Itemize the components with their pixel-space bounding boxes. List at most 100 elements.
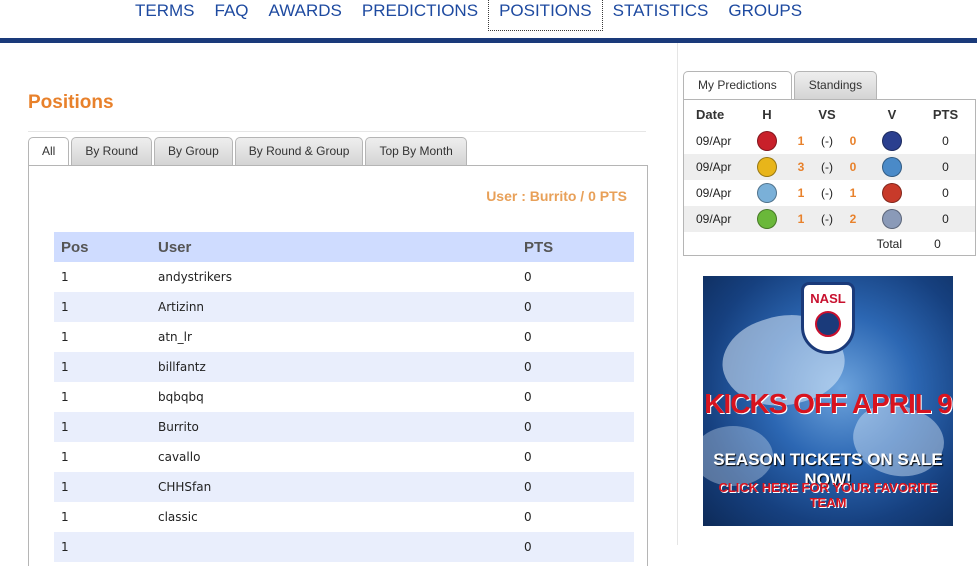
row-user[interactable]: billfantz	[158, 360, 524, 374]
row-user[interactable]: classic	[158, 510, 524, 524]
header-pts: PTS	[524, 238, 554, 256]
ad-call-to-action: CLICK HERE FOR YOUR FAVORITE TEAM	[718, 480, 938, 510]
prediction-row: 09/Apr 1 (-) 0 0	[684, 128, 975, 154]
tab-by-round-and-group[interactable]: By Round & Group	[234, 137, 364, 165]
visitor-score[interactable]: 2	[840, 212, 866, 226]
soccer-ball-icon	[815, 311, 841, 337]
total-label: Total	[876, 237, 902, 251]
nav-predictions[interactable]: PREDICTIONS	[352, 0, 488, 30]
visitor-team-crest	[866, 157, 918, 177]
team-crest-icon	[882, 157, 902, 177]
header-visitor: V	[887, 106, 897, 122]
tab-my-predictions[interactable]: My Predictions	[683, 71, 792, 100]
home-score[interactable]: 3	[788, 160, 814, 174]
visitor-score[interactable]: 0	[840, 134, 866, 148]
nasl-logo-text: NASL	[810, 291, 846, 306]
row-pos: 1	[61, 450, 69, 464]
team-crest-icon	[882, 131, 902, 151]
positions-table: Pos User PTS 1 andystrikers 0 1 Artizinn…	[54, 232, 634, 562]
predictions-header: Date H VS V PTS	[684, 100, 975, 128]
team-crest-icon	[882, 183, 902, 203]
tab-standings[interactable]: Standings	[793, 71, 878, 99]
predictions-tabs: My Predictions Standings	[683, 71, 879, 100]
title-divider	[28, 131, 646, 132]
row-pts: 0	[524, 270, 532, 284]
nav-groups[interactable]: GROUPS	[718, 0, 812, 30]
row-pts: 0	[524, 300, 532, 314]
row-pos: 1	[61, 330, 69, 344]
nav-links: TERMS FAQ AWARDS PREDICTIONS POSITIONS S…	[125, 0, 812, 32]
ad-headline: KICKS OFF APRIL 9	[704, 388, 952, 419]
table-row: 1 classic 0	[54, 502, 634, 532]
visitor-team-crest	[866, 131, 918, 151]
top-navigation: TERMS FAQ AWARDS PREDICTIONS POSITIONS S…	[0, 0, 977, 43]
visitor-team-crest	[866, 209, 918, 229]
row-user[interactable]: cavallo	[158, 450, 524, 464]
tab-by-group[interactable]: By Group	[154, 137, 233, 165]
score-separator: (-)	[821, 134, 833, 148]
prediction-row: 09/Apr 1 (-) 1 0	[684, 180, 975, 206]
sidebar-divider	[677, 43, 678, 545]
nasl-ad-banner[interactable]: NASL KICKS OFF APRIL 9 SEASON TICKETS ON…	[703, 276, 953, 526]
visitor-score[interactable]: 0	[840, 160, 866, 174]
row-user[interactable]: CHHSfan	[158, 480, 524, 494]
tab-top-by-month[interactable]: Top By Month	[365, 137, 467, 165]
row-user[interactable]: Burrito	[158, 420, 524, 434]
table-row: 1 bqbqbq 0	[54, 382, 634, 412]
nav-divider-bar	[0, 38, 977, 43]
positions-tabs: All By Round By Group By Round & Group T…	[28, 137, 469, 166]
table-row: 1 Artizinn 0	[54, 292, 634, 322]
home-team-crest	[746, 209, 788, 229]
match-pts: 0	[942, 186, 949, 200]
header-user: User	[158, 238, 192, 256]
row-user[interactable]: bqbqbq	[158, 390, 524, 404]
row-user[interactable]: andystrikers	[158, 270, 524, 284]
page-title: Positions	[28, 92, 114, 113]
team-crest-icon	[757, 209, 777, 229]
team-crest-icon	[757, 157, 777, 177]
nav-positions[interactable]: POSITIONS	[488, 0, 603, 31]
prediction-row: 09/Apr 1 (-) 2 0	[684, 206, 975, 232]
match-date: 09/Apr	[696, 186, 732, 200]
row-pos: 1	[61, 270, 69, 284]
table-row: 1 0	[54, 532, 634, 562]
table-row: 1 atn_lr 0	[54, 322, 634, 352]
tab-all[interactable]: All	[28, 137, 70, 166]
row-user[interactable]: Artizinn	[158, 300, 524, 314]
score-separator: (-)	[821, 186, 833, 200]
table-row: 1 CHHSfan 0	[54, 472, 634, 502]
match-pts: 0	[942, 160, 949, 174]
nav-terms[interactable]: TERMS	[125, 0, 205, 30]
row-pts: 0	[524, 510, 532, 524]
nav-statistics[interactable]: STATISTICS	[603, 0, 719, 30]
prediction-row: 09/Apr 3 (-) 0 0	[684, 154, 975, 180]
score-separator: (-)	[821, 212, 833, 226]
match-pts: 0	[942, 134, 949, 148]
header-vs: VS	[818, 106, 836, 122]
match-pts: 0	[942, 212, 949, 226]
row-pos: 1	[61, 420, 69, 434]
row-pos: 1	[61, 540, 69, 554]
header-pos: Pos	[61, 238, 89, 256]
row-pts: 0	[524, 540, 532, 554]
home-score[interactable]: 1	[788, 134, 814, 148]
row-pts: 0	[524, 480, 532, 494]
predictions-total: Total 0	[684, 232, 975, 256]
table-row: 1 cavallo 0	[54, 442, 634, 472]
predictions-panel: Date H VS V PTS 09/Apr 1 (-) 0 0 09/Apr …	[683, 99, 976, 256]
current-user-summary: User : Burrito / 0 PTS	[486, 188, 627, 204]
row-pts: 0	[524, 420, 532, 434]
nav-faq[interactable]: FAQ	[205, 0, 259, 30]
nav-awards[interactable]: AWARDS	[259, 0, 352, 30]
score-separator: (-)	[821, 160, 833, 174]
home-score[interactable]: 1	[788, 212, 814, 226]
row-pos: 1	[61, 360, 69, 374]
visitor-score[interactable]: 1	[840, 186, 866, 200]
row-user[interactable]: atn_lr	[158, 330, 524, 344]
row-pts: 0	[524, 390, 532, 404]
tab-by-round[interactable]: By Round	[71, 137, 153, 165]
home-team-crest	[746, 157, 788, 177]
table-row: 1 Burrito 0	[54, 412, 634, 442]
row-pos: 1	[61, 480, 69, 494]
home-score[interactable]: 1	[788, 186, 814, 200]
